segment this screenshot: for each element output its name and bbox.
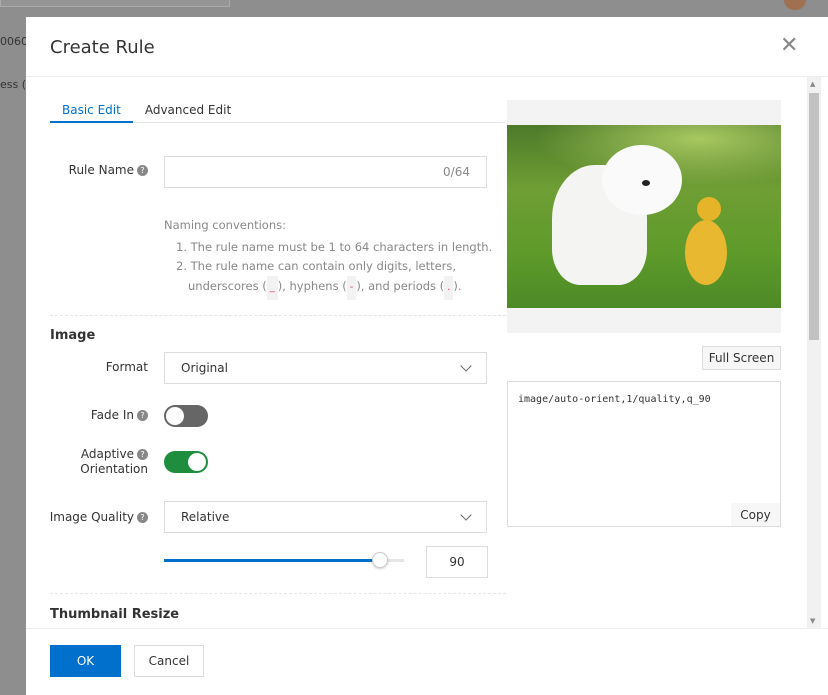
create-rule-dialog: Create Rule ✕ Basic Edit Advanced Edit R…	[26, 17, 828, 695]
image-quality-select[interactable]: Relative	[164, 501, 487, 533]
divider	[50, 593, 506, 594]
quality-slider[interactable]	[164, 552, 404, 568]
divider	[50, 315, 506, 316]
dialog-footer	[26, 628, 828, 629]
quality-input[interactable]: 90	[426, 546, 488, 578]
char-counter: 0/64	[443, 165, 470, 179]
tab-advanced-edit[interactable]: Advanced Edit	[133, 103, 243, 123]
image-section-title: Image	[50, 328, 96, 343]
background-search-box	[0, 0, 230, 7]
chevron-down-icon	[460, 360, 472, 372]
slider-handle[interactable]	[372, 552, 388, 568]
preview-photo	[507, 125, 781, 308]
rule-name-label: Rule Name?	[69, 163, 148, 178]
copy-button[interactable]: Copy	[731, 503, 780, 526]
rule-name-input[interactable]: 0/64	[164, 156, 487, 188]
dialog-title: Create Rule	[50, 37, 155, 58]
image-quality-label: Image Quality?	[50, 510, 148, 525]
avatar[interactable]	[784, 0, 806, 10]
naming-help: Naming conventions: 1. The rule name mus…	[164, 214, 492, 300]
background-text: 0060	[0, 35, 28, 48]
ok-button[interactable]: OK	[50, 645, 121, 677]
adaptive-orientation-label: Adaptive? Orientation	[80, 447, 148, 476]
cancel-button[interactable]: Cancel	[134, 645, 204, 677]
format-select[interactable]: Original	[164, 352, 487, 384]
image-preview	[507, 100, 781, 333]
full-screen-button[interactable]: Full Screen	[702, 346, 781, 370]
edit-tabs: Basic Edit Advanced Edit	[50, 103, 505, 123]
adaptive-orientation-toggle[interactable]	[164, 451, 208, 473]
help-icon[interactable]: ?	[137, 512, 148, 523]
thumbnail-section-title: Thumbnail Resize	[50, 607, 180, 622]
format-label: Format	[105, 360, 148, 374]
divider	[26, 76, 828, 77]
tab-basic-edit[interactable]: Basic Edit	[50, 103, 133, 123]
help-icon[interactable]: ?	[137, 165, 148, 176]
fade-in-label: Fade In?	[91, 408, 148, 423]
help-icon[interactable]: ?	[137, 449, 148, 460]
background-text: ess (	[0, 78, 27, 91]
help-icon[interactable]: ?	[137, 410, 148, 421]
scrollbar[interactable]: ▲ ▼	[807, 77, 821, 628]
fade-in-toggle[interactable]	[164, 405, 208, 427]
chevron-down-icon	[460, 509, 472, 521]
close-icon[interactable]: ✕	[780, 33, 798, 58]
